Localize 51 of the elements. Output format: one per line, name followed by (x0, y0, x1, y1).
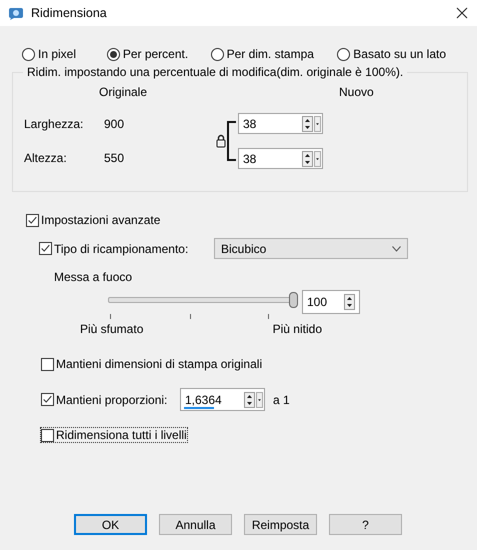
field-label: Larghezza: (23, 117, 84, 131)
radio-icon[interactable] (337, 48, 350, 60)
lock-icon[interactable] (216, 134, 226, 148)
column-header: Originale (99, 85, 148, 99)
checkbox-icon[interactable] (41, 428, 54, 442)
checkbox-icon[interactable] (26, 214, 39, 226)
dialog-button[interactable]: Annulla (159, 514, 232, 535)
sharpen-slider[interactable] (108, 292, 298, 308)
ratio-suffix: a 1 (273, 392, 290, 406)
number-field[interactable]: 38 (238, 148, 323, 169)
spin-arrows-icon[interactable] (302, 150, 313, 166)
column-header: Nuovo (339, 85, 374, 99)
slider-label: Messa a fuoco (54, 270, 134, 284)
link-bracket (226, 121, 238, 161)
resample-dropdown[interactable]: Bicubico (214, 238, 408, 259)
radio-icon[interactable] (22, 48, 35, 60)
checkbox[interactable]: Ridimensiona tutti i livelli (40, 427, 188, 443)
radio-icon[interactable] (106, 48, 120, 60)
checkbox[interactable]: Mantieni dimensioni di stampa originali (40, 356, 264, 372)
window-title: Ridimensiona (31, 6, 108, 20)
field-label: Altezza: (23, 151, 68, 165)
checkbox[interactable]: Mantieni proporzioni: (40, 392, 180, 408)
dialog-button[interactable]: OK (74, 514, 147, 535)
radio-option[interactable]: Basato su un lato (337, 44, 477, 64)
original-value: 550 (104, 151, 126, 165)
slider-max-label: Più nitido (272, 322, 322, 336)
close-icon[interactable] (455, 6, 469, 20)
spin-arrows-icon[interactable] (344, 294, 355, 310)
number-field[interactable]: 38 (238, 113, 323, 134)
checkbox-icon[interactable] (41, 393, 54, 406)
app-icon (8, 6, 24, 20)
radio-option[interactable]: Per dim. stampa (210, 44, 338, 64)
chevron-down-icon (392, 246, 401, 252)
checkbox-icon[interactable] (41, 358, 54, 370)
spin-arrows-icon[interactable] (302, 116, 313, 132)
radio-icon[interactable] (210, 48, 224, 60)
dialog-button[interactable]: Reimposta (244, 514, 317, 535)
spin-arrows-icon[interactable] (244, 392, 255, 408)
slider-min-label: Più sfumato (80, 322, 144, 336)
slider-thumb[interactable] (289, 292, 298, 308)
progress-underline (184, 407, 214, 409)
number-field[interactable]: 100 (302, 290, 360, 314)
ratio-field[interactable]: 1,6364 (180, 388, 265, 411)
checkbox[interactable]: Tipo di ricampionamento: (38, 240, 214, 256)
checkbox-icon[interactable] (39, 242, 52, 255)
dialog-button[interactable]: ? (329, 514, 402, 535)
radio-option[interactable]: In pixel (22, 44, 107, 64)
radio-option[interactable]: Per percent. (106, 44, 211, 64)
original-value: 900 (104, 117, 126, 131)
checkbox[interactable]: Impostazioni avanzate (25, 212, 162, 228)
group-legend: Ridim. impostando una percentuale di modifica(dim. originale è 100%). (23, 65, 408, 79)
